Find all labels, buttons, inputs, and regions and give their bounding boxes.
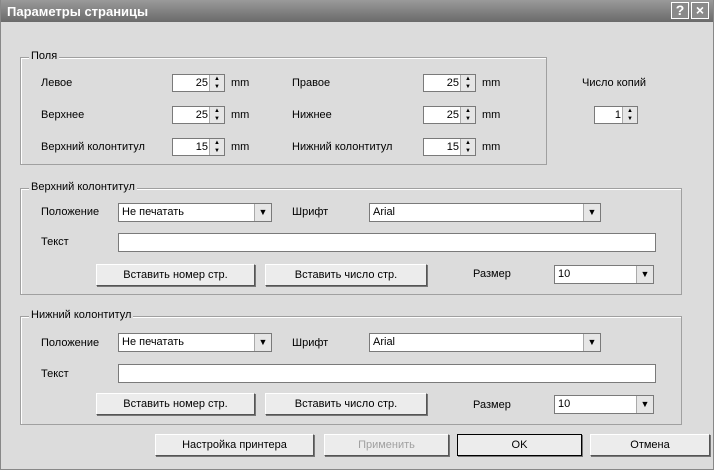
bottom-margin-label: Нижнее bbox=[292, 109, 332, 121]
unit-label: mm bbox=[231, 141, 250, 153]
footer-margin-spinner[interactable]: 15 ▲ ▼ bbox=[423, 138, 476, 156]
chevron-down-icon[interactable]: ▼ bbox=[636, 266, 653, 283]
footer-position-value: Не печатать bbox=[122, 336, 184, 348]
footer-insert-page-count-button[interactable]: Вставить число стр. bbox=[265, 393, 427, 415]
header-margin-spinner[interactable]: 15 ▲ ▼ bbox=[172, 138, 225, 156]
spin-arrows-icon[interactable]: ▲ ▼ bbox=[460, 107, 475, 123]
header-margin-value: 15 bbox=[195, 141, 208, 153]
footer-size-select[interactable]: 10 ▼ bbox=[554, 395, 654, 414]
bottom-margin-spinner[interactable]: 25 ▲ ▼ bbox=[423, 106, 476, 124]
header-text-label: Текст bbox=[41, 236, 69, 248]
bottom-margin-value: 25 bbox=[446, 109, 459, 121]
unit-label: mm bbox=[231, 77, 250, 89]
footer-text-label: Текст bbox=[41, 368, 69, 380]
header-size-label: Размер bbox=[473, 268, 511, 280]
footer-text-input[interactable] bbox=[118, 364, 656, 383]
footer-legend: Нижний колонтитул bbox=[29, 309, 134, 321]
header-size-value: 10 bbox=[558, 268, 571, 280]
spin-arrows-icon[interactable]: ▲ ▼ bbox=[622, 107, 637, 123]
copies-label: Число копий bbox=[582, 77, 646, 89]
header-position-value: Не печатать bbox=[122, 206, 184, 218]
header-text-input[interactable] bbox=[118, 233, 656, 252]
footer-font-label: Шрифт bbox=[292, 337, 329, 349]
unit-label: mm bbox=[482, 77, 501, 89]
ok-button[interactable]: OK bbox=[457, 434, 582, 456]
footer-position-label: Положение bbox=[41, 337, 100, 349]
top-margin-spinner[interactable]: 25 ▲ ▼ bbox=[172, 106, 225, 124]
footer-font-select[interactable]: Arial ▼ bbox=[369, 333, 601, 352]
header-font-value: Arial bbox=[373, 206, 396, 218]
left-margin-label: Левое bbox=[41, 77, 73, 89]
spin-arrows-icon[interactable]: ▲ ▼ bbox=[209, 139, 224, 155]
top-margin-value: 25 bbox=[195, 109, 208, 121]
right-margin-value: 25 bbox=[446, 77, 459, 89]
printer-setup-button[interactable]: Настройка принтера bbox=[155, 434, 314, 456]
margins-legend: Поля bbox=[29, 50, 60, 62]
copies-value: 1 bbox=[614, 109, 621, 121]
footer-position-select[interactable]: Не печатать ▼ bbox=[118, 333, 272, 352]
header-insert-page-number-button[interactable]: Вставить номер стр. bbox=[96, 264, 255, 286]
right-margin-spinner[interactable]: 25 ▲ ▼ bbox=[423, 74, 476, 92]
footer-margin-label: Нижний колонтитул bbox=[292, 141, 393, 153]
chevron-down-icon[interactable]: ▼ bbox=[636, 396, 653, 413]
chevron-down-icon[interactable]: ▼ bbox=[583, 204, 600, 221]
header-position-select[interactable]: Не печатать ▼ bbox=[118, 203, 272, 222]
unit-label: mm bbox=[482, 141, 501, 153]
header-insert-page-count-button[interactable]: Вставить число стр. bbox=[265, 264, 427, 286]
footer-insert-page-number-button[interactable]: Вставить номер стр. bbox=[96, 393, 255, 415]
cancel-button[interactable]: Отмена bbox=[590, 434, 710, 456]
window-title: Параметры страницы bbox=[7, 4, 149, 19]
header-legend: Верхний колонтитул bbox=[29, 181, 137, 193]
footer-margin-value: 15 bbox=[446, 141, 459, 153]
help-icon[interactable]: ? bbox=[671, 2, 689, 19]
page-setup-dialog: Параметры страницы ? × Поля Левое 25 ▲ ▼ … bbox=[0, 0, 714, 470]
left-margin-spinner[interactable]: 25 ▲ ▼ bbox=[172, 74, 225, 92]
unit-label: mm bbox=[231, 109, 250, 121]
spin-arrows-icon[interactable]: ▲ ▼ bbox=[209, 107, 224, 123]
footer-size-value: 10 bbox=[558, 398, 571, 410]
right-margin-label: Правое bbox=[292, 77, 331, 89]
footer-font-value: Arial bbox=[373, 336, 396, 348]
top-margin-label: Верхнее bbox=[41, 109, 85, 121]
header-position-label: Положение bbox=[41, 206, 100, 218]
footer-size-label: Размер bbox=[473, 399, 511, 411]
spin-arrows-icon[interactable]: ▲ ▼ bbox=[460, 75, 475, 91]
chevron-down-icon[interactable]: ▼ bbox=[254, 204, 271, 221]
spin-arrows-icon[interactable]: ▲ ▼ bbox=[460, 139, 475, 155]
left-margin-value: 25 bbox=[195, 77, 208, 89]
header-size-select[interactable]: 10 ▼ bbox=[554, 265, 654, 284]
title-bar: Параметры страницы ? × bbox=[1, 0, 713, 22]
copies-spinner[interactable]: 1 ▲ ▼ bbox=[594, 106, 638, 124]
chevron-down-icon[interactable]: ▼ bbox=[254, 334, 271, 351]
close-icon[interactable]: × bbox=[691, 2, 709, 19]
header-margin-label: Верхний колонтитул bbox=[41, 141, 145, 153]
spin-arrows-icon[interactable]: ▲ ▼ bbox=[209, 75, 224, 91]
unit-label: mm bbox=[482, 109, 501, 121]
header-font-select[interactable]: Arial ▼ bbox=[369, 203, 601, 222]
apply-button[interactable]: Применить bbox=[324, 434, 449, 456]
header-font-label: Шрифт bbox=[292, 206, 329, 218]
chevron-down-icon[interactable]: ▼ bbox=[583, 334, 600, 351]
